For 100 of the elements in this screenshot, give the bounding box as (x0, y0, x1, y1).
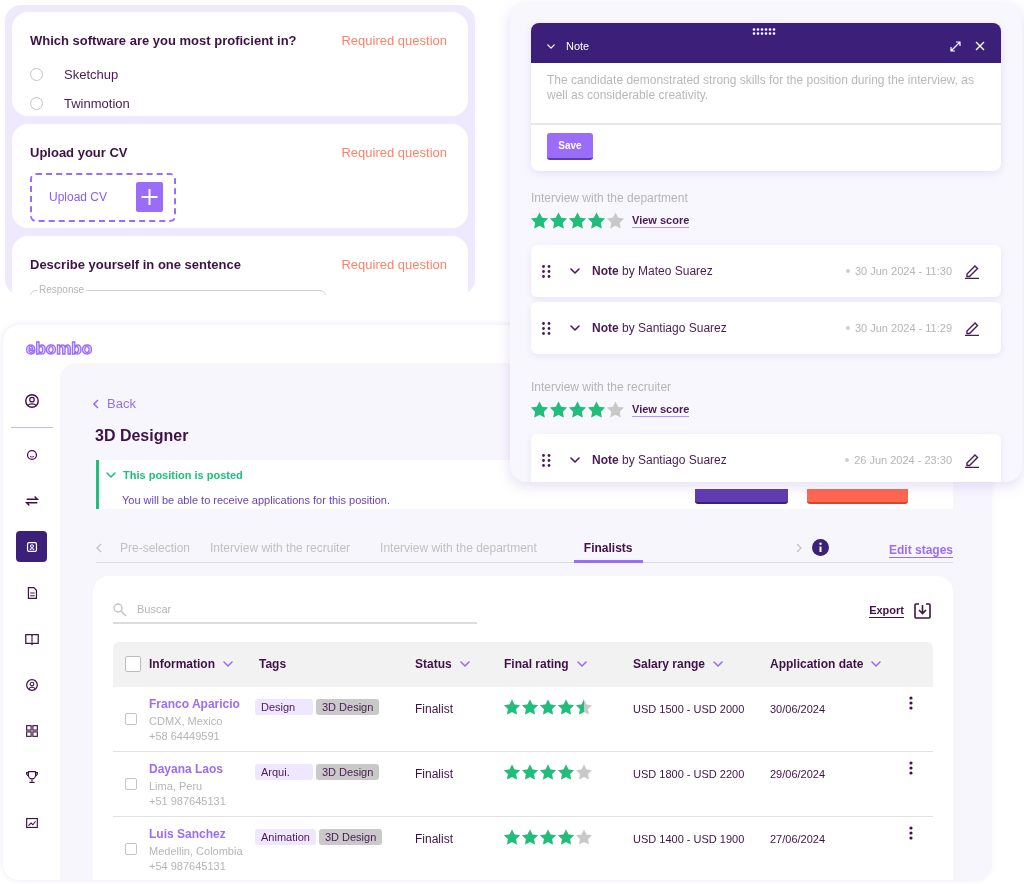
close-position-button[interactable] (807, 488, 908, 504)
banner-text: You will be able to receive applications for this position. (122, 493, 391, 508)
salary-text: USD 1500 - USD 2000 (633, 701, 746, 717)
star-icon (558, 828, 574, 845)
export-link[interactable]: Export (869, 602, 931, 619)
row-checkbox[interactable] (125, 712, 137, 725)
drag-handle-icon[interactable] (752, 28, 776, 35)
required-label: Required question (341, 256, 448, 274)
candidate-name-link[interactable]: Dayana Laos (149, 761, 224, 777)
nav-button[interactable] (16, 531, 47, 562)
tag-label: Arqui. (255, 763, 313, 780)
candidate-phone: +58 64449591 (149, 728, 221, 744)
column-header[interactable]: Status (415, 655, 470, 673)
chevron-down-icon (570, 457, 580, 463)
bullet-icon (845, 458, 850, 462)
chevron-down-icon (570, 325, 580, 331)
more-options-icon[interactable] (909, 695, 913, 710)
radio-button[interactable] (30, 67, 43, 81)
bullet-icon (845, 326, 850, 330)
column-header[interactable]: Information (149, 655, 233, 673)
sort-icon (871, 661, 882, 667)
banner-title: This position is posted (123, 467, 243, 483)
radio-button[interactable] (30, 97, 43, 111)
star-icon (550, 401, 567, 418)
column-header[interactable]: Tags (259, 655, 287, 673)
pencil-icon[interactable] (964, 320, 980, 336)
note-date: 30 Jun 2024 - 11:29 (854, 320, 952, 336)
note-row[interactable]: Note by Mateo Suarez 30 Jun 2024 - 11:30 (531, 245, 1001, 297)
status-text: Finalist (415, 700, 454, 718)
star-icon (588, 212, 605, 229)
row-checkbox[interactable] (125, 842, 137, 855)
search-field[interactable]: Buscar (137, 601, 477, 618)
chevron-left-icon (93, 398, 99, 409)
chevron-down-icon (547, 43, 555, 49)
pencil-icon[interactable] (964, 452, 980, 468)
app-logo: ebombo (26, 340, 93, 358)
close-icon[interactable] (975, 41, 985, 51)
star-icon (558, 763, 574, 780)
upload-area[interactable]: Upload CV (30, 172, 176, 222)
column-header[interactable]: Salary range (633, 655, 724, 673)
date-text: 27/06/2024 (770, 831, 827, 847)
star-icon (540, 698, 556, 715)
note-author: Note by Santiago Suarez (592, 452, 727, 469)
radio-option[interactable]: Twinmotion (30, 94, 450, 114)
drag-handle-icon[interactable] (542, 264, 551, 278)
drag-handle-icon[interactable] (542, 453, 551, 467)
status-text: Finalist (415, 830, 454, 848)
star-icon (522, 828, 538, 845)
star-icon (550, 212, 567, 229)
note-author: Note by Mateo Suarez (592, 263, 713, 280)
candidate-phone: +54 987645131 (149, 858, 227, 874)
info-icon[interactable] (811, 538, 829, 556)
tag-label: 3D Design (316, 763, 380, 780)
status-text: Finalist (415, 765, 454, 783)
plus-icon[interactable] (136, 182, 163, 212)
edit-position-button[interactable] (695, 488, 788, 504)
radio-option[interactable]: Sketchup (30, 64, 450, 84)
more-options-icon[interactable] (909, 825, 913, 840)
star-icon (531, 212, 548, 229)
candidate-location: Medellin, Colombia (149, 843, 244, 859)
page-title: 3D Designer (95, 425, 190, 446)
view-score-link[interactable]: View score (632, 402, 690, 417)
question-title: Describe yourself in one sentence (30, 256, 241, 274)
select-all-checkbox[interactable] (125, 656, 141, 672)
sort-icon (713, 661, 724, 667)
note-row[interactable]: Note by Santiago Suarez 30 Jun 2024 - 11:29 (531, 302, 1001, 354)
note-date: 30 Jun 2024 - 11:30 (854, 263, 952, 279)
editor-title: Note (566, 38, 590, 54)
drag-handle-icon[interactable] (542, 321, 551, 335)
profile-icon (23, 676, 40, 693)
grid-icon (23, 722, 40, 739)
note-author: Note by Santiago Suarez (592, 320, 727, 337)
column-header[interactable]: Application date (770, 655, 882, 673)
date-text: 29/06/2024 (770, 766, 827, 782)
upload-label: Upload CV (49, 189, 108, 206)
star-icon (531, 401, 548, 418)
pencil-icon[interactable] (964, 263, 980, 279)
star-icon (576, 828, 592, 845)
sort-icon (459, 661, 470, 667)
star-icon (569, 212, 586, 229)
candidate-name-link[interactable]: Luis Sanchez (149, 826, 226, 842)
candidate-name-link[interactable]: Franco Aparicio (149, 696, 240, 712)
section-title: Interview with the recruiter (531, 379, 673, 396)
star-icon (504, 763, 520, 780)
note-date: 26 Jun 2024 - 23:30 (854, 452, 952, 468)
star-icon (588, 401, 605, 418)
candidate-location: Lima, Peru (149, 778, 204, 794)
view-score-link[interactable]: View score (632, 213, 690, 228)
row-checkbox[interactable] (125, 777, 137, 790)
column-header[interactable]: Final rating (504, 655, 587, 673)
save-button[interactable]: Save (547, 133, 593, 160)
date-text: 30/06/2024 (770, 701, 827, 717)
star-icon (576, 698, 592, 715)
star-icon (522, 763, 538, 780)
expand-icon[interactable] (950, 40, 961, 52)
account-icon (23, 392, 40, 409)
note-row[interactable]: Note by Santiago Suarez 26 Jun 2024 - 23:30 (531, 434, 1001, 482)
stage-tab[interactable]: Finalists (573, 535, 643, 563)
more-options-icon[interactable] (909, 760, 913, 775)
star-icon (540, 828, 556, 845)
